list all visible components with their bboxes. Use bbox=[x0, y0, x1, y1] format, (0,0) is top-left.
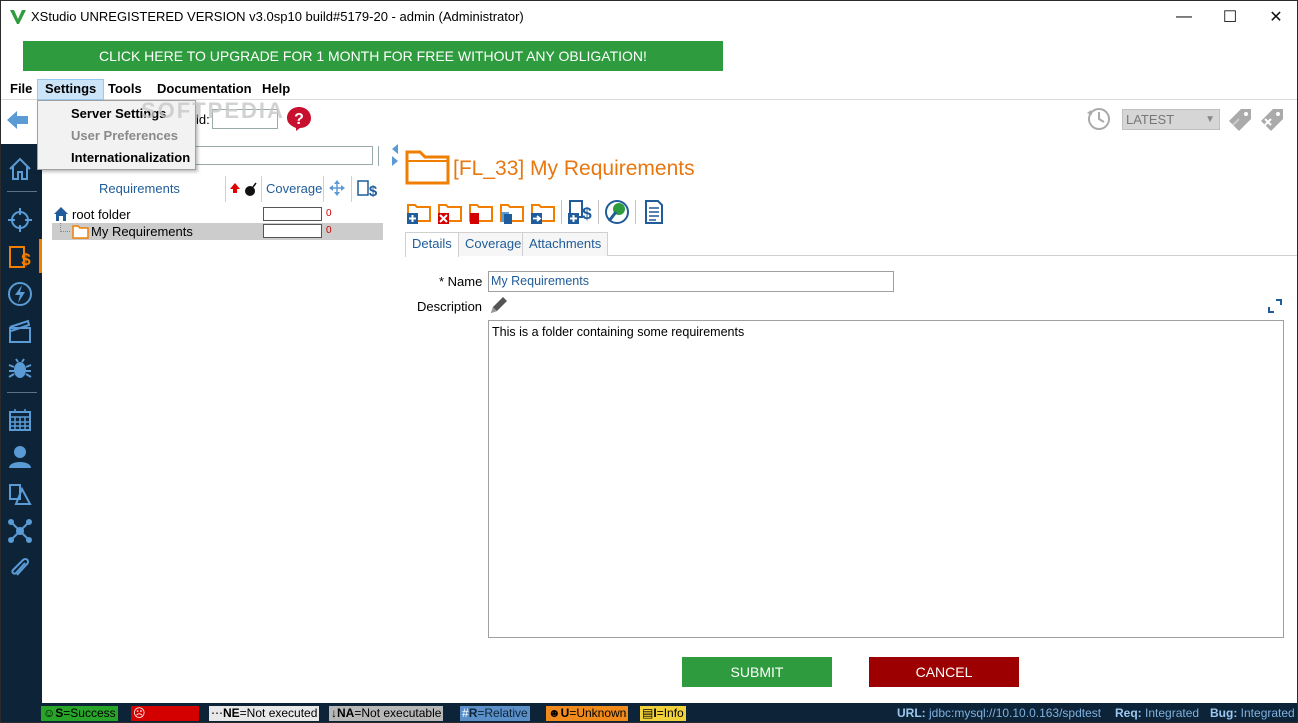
close-button[interactable]: ✕ bbox=[1253, 1, 1297, 33]
svg-text:$: $ bbox=[21, 250, 31, 269]
home-icon[interactable] bbox=[7, 156, 33, 182]
back-arrow-icon[interactable] bbox=[6, 109, 30, 131]
clapperboard-icon[interactable] bbox=[7, 318, 33, 344]
page-title: [FL_33] My Requirements bbox=[453, 157, 695, 180]
generate-icon[interactable] bbox=[604, 199, 630, 225]
svg-text:$: $ bbox=[369, 183, 378, 200]
bomb-icon[interactable] bbox=[243, 181, 259, 197]
copy-folder-icon[interactable] bbox=[499, 199, 525, 225]
xstudio-logo-icon bbox=[10, 10, 26, 24]
folder-title-icon bbox=[405, 150, 450, 185]
tree-row[interactable]: root folder 0 bbox=[52, 206, 383, 223]
help-icon[interactable]: ? bbox=[286, 106, 312, 132]
add-requirement-icon[interactable]: $ bbox=[567, 199, 593, 225]
tree-filter-input[interactable] bbox=[195, 146, 373, 165]
cancel-button[interactable]: CANCEL bbox=[869, 657, 1019, 687]
priority-icon[interactable] bbox=[229, 182, 241, 194]
chevron-down-icon: ▼ bbox=[1205, 114, 1215, 125]
delete-folder-icon[interactable] bbox=[437, 199, 463, 225]
tab-coverage[interactable]: Coverage bbox=[458, 232, 529, 256]
svg-text:$: $ bbox=[582, 204, 592, 223]
tree-header-requirements[interactable]: Requirements bbox=[99, 181, 180, 196]
maximize-icon: ☐ bbox=[1222, 9, 1238, 26]
legend-relative: #R=Relative bbox=[460, 706, 530, 721]
home-icon bbox=[54, 207, 68, 221]
softpedia-watermark: SOFTPEDIA bbox=[141, 98, 285, 123]
move-folder-icon[interactable] bbox=[530, 199, 556, 225]
dots-icon: ⋯ bbox=[211, 706, 223, 720]
requirements-icon[interactable]: $ bbox=[7, 244, 33, 270]
assets-icon[interactable] bbox=[7, 481, 33, 507]
coverage-bar bbox=[263, 224, 322, 238]
submit-button[interactable]: SUBMIT bbox=[682, 657, 832, 687]
description-label: Description bbox=[417, 299, 483, 314]
version-select[interactable]: LATEST ▼ bbox=[1122, 109, 1220, 130]
description-textarea[interactable]: This is a folder containing some require… bbox=[488, 320, 1284, 638]
status-bar: ☺S=Success ☹F=Failure ⋯NE=Not executed ↓… bbox=[1, 703, 1297, 722]
menu-help[interactable]: Help bbox=[255, 79, 297, 100]
version-select-value: LATEST bbox=[1126, 112, 1175, 127]
coverage-count: 0 bbox=[326, 208, 332, 219]
lightning-icon[interactable] bbox=[7, 281, 33, 307]
folder-icon bbox=[72, 225, 89, 239]
user-icon[interactable] bbox=[7, 444, 33, 470]
title-bar: XStudio UNREGISTERED VERSION v3.0sp10 bu… bbox=[1, 1, 1297, 33]
legend-info: ▤I=Info bbox=[640, 706, 686, 721]
smiley-icon: ☺ bbox=[43, 706, 56, 720]
tag-icon[interactable] bbox=[1227, 107, 1253, 131]
history-icon[interactable] bbox=[1086, 106, 1112, 132]
menu-file[interactable]: File bbox=[3, 79, 39, 100]
neutral-face-icon: ☻ bbox=[548, 706, 561, 720]
tree-row-label: root folder bbox=[72, 207, 131, 222]
minimize-button[interactable]: — bbox=[1161, 1, 1207, 33]
trash-folder-icon[interactable] bbox=[468, 199, 494, 225]
menu-bar: File Settings Tools Documentation Help bbox=[1, 79, 1297, 100]
legend-failure: ☹F=Failure bbox=[131, 706, 199, 721]
report-icon[interactable] bbox=[641, 199, 667, 225]
close-icon: ✕ bbox=[1269, 9, 1283, 26]
note-icon: ▤ bbox=[642, 706, 654, 720]
hash-icon: # bbox=[462, 706, 469, 720]
requirement-coverage-icon[interactable]: $ bbox=[357, 178, 379, 200]
name-label: * Name bbox=[439, 274, 483, 289]
menu-settings[interactable]: Settings bbox=[37, 79, 105, 100]
legend-not-executable: ↓NA=Not executable bbox=[329, 706, 444, 721]
status-req: Req: Integrated bbox=[1115, 706, 1200, 720]
paperclip-icon[interactable] bbox=[7, 555, 33, 581]
bug-icon[interactable] bbox=[7, 355, 33, 381]
tree-row-label: My Requirements bbox=[91, 224, 193, 239]
tab-details[interactable]: Details bbox=[405, 232, 459, 257]
network-icon[interactable] bbox=[7, 518, 33, 544]
legend-success: ☺S=Success bbox=[41, 706, 118, 721]
coverage-bar bbox=[263, 207, 322, 221]
coverage-count: 0 bbox=[326, 225, 332, 236]
menu-documentation[interactable]: Documentation bbox=[150, 79, 259, 100]
edit-pencil-icon[interactable] bbox=[488, 294, 510, 316]
expand-icon[interactable] bbox=[1267, 298, 1283, 314]
untag-icon[interactable] bbox=[1259, 107, 1285, 131]
legend-unknown: ☻U=Unknown bbox=[546, 706, 629, 721]
menu-item-internationalization[interactable]: Internationalization bbox=[71, 150, 190, 165]
status-url: URL: jdbc:mysql://10.10.0.163/spdtest bbox=[897, 706, 1102, 720]
target-icon[interactable] bbox=[7, 207, 33, 233]
name-input[interactable]: My Requirements bbox=[488, 271, 894, 292]
window-title: XStudio UNREGISTERED VERSION v3.0sp10 bu… bbox=[31, 9, 524, 24]
status-bug: Bug: Integrated bbox=[1210, 706, 1295, 720]
menu-tools[interactable]: Tools bbox=[101, 79, 149, 100]
maximize-button[interactable]: ☐ bbox=[1207, 1, 1253, 33]
tree-header-coverage[interactable]: Coverage bbox=[266, 181, 322, 196]
upgrade-banner[interactable]: CLICK HERE TO UPGRADE FOR 1 MONTH FOR FR… bbox=[23, 41, 723, 71]
svg-text:?: ? bbox=[294, 111, 304, 128]
calendar-icon[interactable] bbox=[7, 407, 33, 433]
move-arrows-icon[interactable] bbox=[328, 179, 346, 197]
new-folder-icon[interactable] bbox=[406, 199, 432, 225]
tab-attachments[interactable]: Attachments bbox=[522, 232, 609, 256]
tree-row[interactable]: My Requirements 0 bbox=[52, 223, 383, 240]
legend-not-executed: ⋯NE=Not executed bbox=[209, 706, 320, 721]
splitter-handle-icon[interactable] bbox=[391, 143, 399, 167]
left-sidebar: $ bbox=[1, 144, 42, 704]
menu-item-user-preferences: User Preferences bbox=[71, 128, 178, 143]
sad-face-icon: ☹ bbox=[133, 706, 146, 720]
minimize-icon: — bbox=[1176, 8, 1192, 25]
